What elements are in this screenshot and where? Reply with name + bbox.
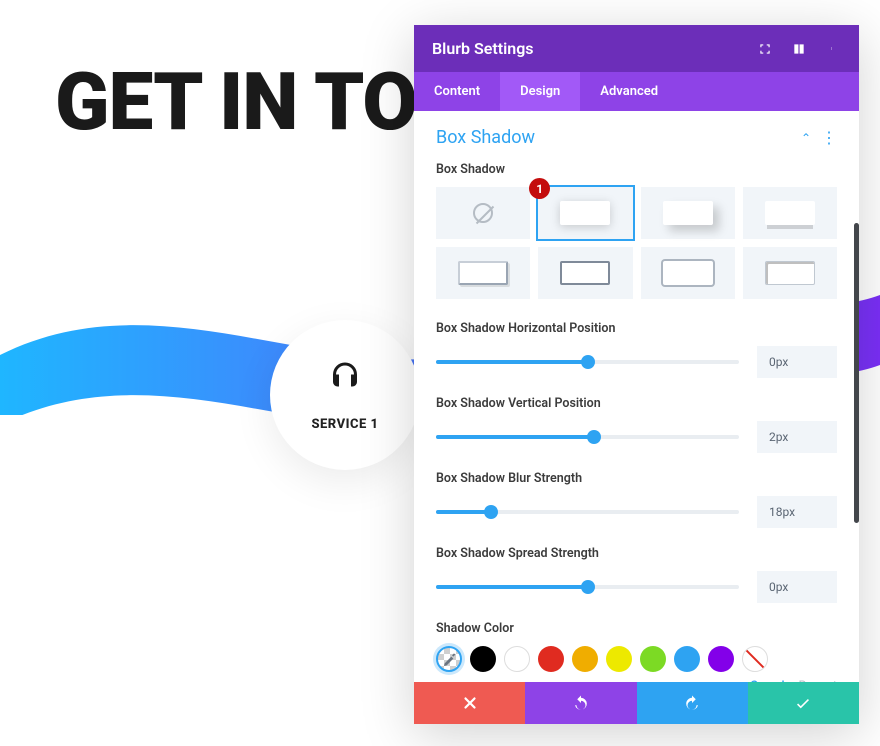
preset-3[interactable] [743, 187, 837, 239]
service-label: SERVICE 1 [311, 417, 378, 432]
preset-7[interactable] [743, 247, 837, 299]
horiz-slider[interactable] [436, 360, 739, 364]
tab-content[interactable]: Content [414, 72, 500, 111]
color-picker-button[interactable] [436, 646, 462, 672]
panel-body: Box Shadow ⌃ ⋮ Box Shadow 1 Box Shadow H… [414, 111, 859, 682]
preset-6[interactable] [641, 247, 735, 299]
close-button[interactable] [414, 682, 525, 724]
swatch-transparent[interactable] [742, 646, 768, 672]
swatch-yellow[interactable] [606, 646, 632, 672]
expand-icon[interactable] [757, 41, 773, 57]
tab-design[interactable]: Design [500, 72, 580, 111]
spread-value[interactable]: 0px [757, 571, 837, 603]
swatch-purple[interactable] [708, 646, 734, 672]
panel-header[interactable]: Blurb Settings [414, 25, 859, 72]
vert-label: Box Shadow Vertical Position [436, 396, 837, 411]
chevron-up-icon[interactable]: ⌃ [801, 131, 811, 145]
columns-icon[interactable] [791, 41, 807, 57]
swatch-orange[interactable] [572, 646, 598, 672]
undo-button[interactable] [525, 682, 636, 724]
save-button[interactable] [748, 682, 859, 724]
vert-slider[interactable] [436, 435, 739, 439]
tabs: Content Design Advanced [414, 72, 859, 111]
color-more-icon[interactable]: ••• [440, 678, 460, 682]
preset-none[interactable] [436, 187, 530, 239]
blur-label: Box Shadow Blur Strength [436, 471, 837, 486]
swatch-white[interactable] [504, 646, 530, 672]
preset-4[interactable] [436, 247, 530, 299]
section-header[interactable]: Box Shadow ⌃ ⋮ [436, 127, 837, 148]
no-icon [473, 203, 493, 223]
swatch-green[interactable] [640, 646, 666, 672]
vert-value[interactable]: 2px [757, 421, 837, 453]
callout-badge: 1 [529, 178, 550, 199]
horiz-value[interactable]: 0px [757, 346, 837, 378]
headphones-icon [327, 358, 363, 403]
redo-button[interactable] [637, 682, 748, 724]
tab-advanced[interactable]: Advanced [580, 72, 678, 111]
preset-1[interactable]: 1 [538, 187, 632, 239]
blur-slider[interactable] [436, 510, 739, 514]
preset-5[interactable] [538, 247, 632, 299]
more-icon[interactable] [825, 41, 841, 57]
panel-footer [414, 682, 859, 724]
settings-panel: Blurb Settings Content Design Advanced B… [414, 25, 859, 724]
section-title: Box Shadow [436, 127, 535, 148]
spread-label: Box Shadow Spread Strength [436, 546, 837, 561]
swatch-black[interactable] [470, 646, 496, 672]
color-swatches [436, 646, 837, 672]
swatch-red[interactable] [538, 646, 564, 672]
blur-value[interactable]: 18px [757, 496, 837, 528]
color-tab-recent[interactable]: Recent [799, 679, 838, 683]
swatch-blue[interactable] [674, 646, 700, 672]
color-tab-saved[interactable]: Saved [750, 679, 784, 683]
box-shadow-label: Box Shadow [436, 162, 837, 177]
shadow-presets: 1 [436, 187, 837, 299]
panel-title: Blurb Settings [432, 39, 534, 58]
color-label: Shadow Color [436, 621, 837, 636]
preset-2[interactable] [641, 187, 735, 239]
section-more-icon[interactable]: ⋮ [821, 130, 837, 146]
service-card[interactable]: SERVICE 1 [270, 320, 420, 470]
spread-slider[interactable] [436, 585, 739, 589]
horiz-label: Box Shadow Horizontal Position [436, 321, 837, 336]
scrollbar[interactable] [854, 223, 859, 523]
